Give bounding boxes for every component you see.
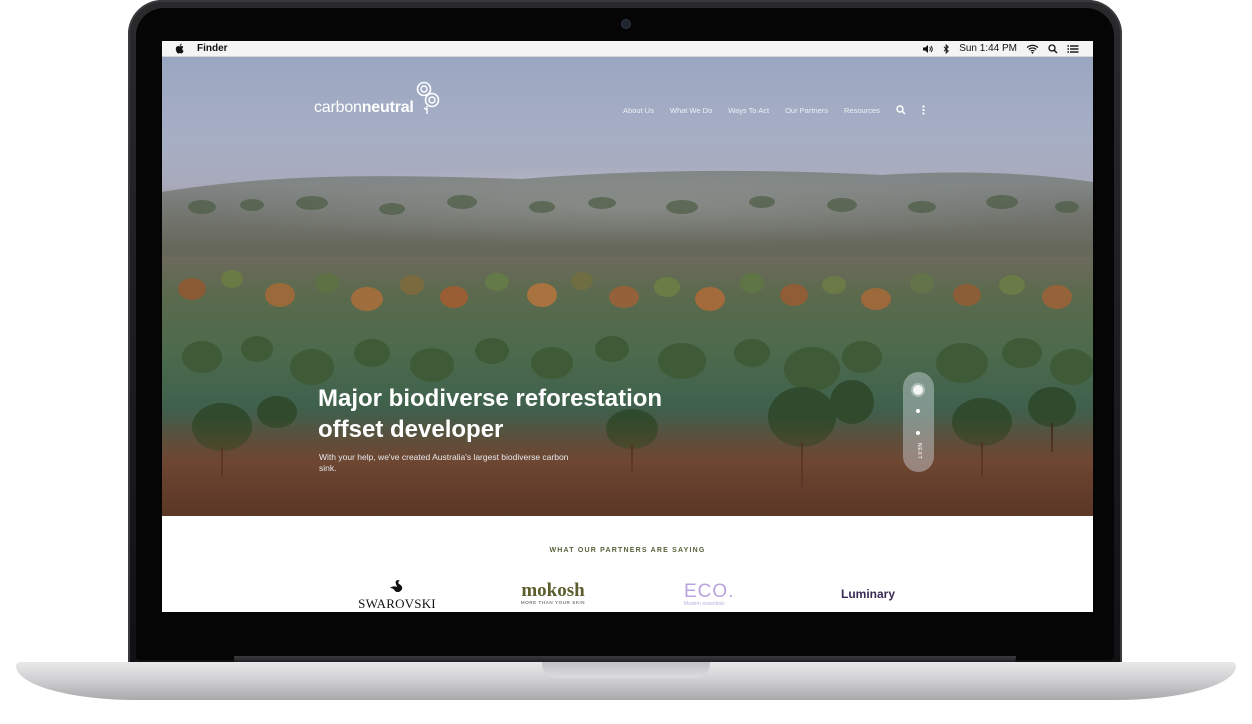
nav-what-we-do[interactable]: What We Do (670, 106, 712, 115)
more-menu-icon[interactable] (922, 105, 925, 115)
hero-headline-line-1: Major biodiverse reforestation (318, 385, 663, 412)
slide-pager: NEXT (903, 372, 934, 472)
luminary-logo[interactable]: Luminary (841, 587, 895, 601)
notification-center-icon[interactable] (1067, 44, 1079, 54)
logo-text-light: carbon (314, 99, 362, 116)
main-navigation: About Us What We Do Ways To Act Our Part… (623, 105, 925, 115)
mac-menu-bar: Finder Sun 1:44 PM (162, 41, 1093, 57)
clock[interactable]: Sun 1:44 PM (959, 43, 1017, 54)
camera-icon (622, 20, 630, 28)
swan-icon (390, 580, 403, 593)
eco-wordmark: ECO. (684, 581, 735, 602)
menu-extras: Sun 1:44 PM (922, 43, 1079, 54)
volume-icon[interactable] (922, 44, 934, 54)
slide-dot[interactable] (916, 409, 920, 413)
hero-headline: Major biodiverse reforestation offset de… (318, 383, 738, 445)
hero-subtext: With your help, we've created Australia'… (319, 452, 569, 473)
mokosh-wordmark: mokosh (521, 580, 585, 601)
partners-heading: WHAT OUR PARTNERS ARE SAYING (549, 547, 706, 554)
mokosh-tagline: MORE THAN YOUR SKIN (520, 600, 586, 605)
apple-logo-icon[interactable] (175, 43, 185, 54)
slide-dot-active[interactable] (913, 385, 923, 395)
logo-text-bold: neutral (361, 99, 414, 116)
eco-tagline: Modern essentials (684, 601, 725, 607)
spotlight-search-icon[interactable] (1048, 43, 1058, 54)
next-slide-button[interactable]: NEXT (916, 443, 922, 460)
hero-banner: carbon neutral About Us What We Do Ways T… (162, 57, 1093, 516)
laptop-screen: Finder Sun 1:44 PM carbon neutral About … (162, 41, 1093, 612)
wifi-icon[interactable] (1026, 44, 1039, 54)
laptop-opening-notch (542, 662, 710, 678)
site-logo[interactable]: carbon neutral (314, 77, 441, 117)
nav-about-us[interactable]: About Us (623, 106, 654, 115)
nav-our-partners[interactable]: Our Partners (785, 106, 828, 115)
finder-menu[interactable]: Finder (197, 43, 228, 54)
mokosh-logo[interactable]: mokosh MORE THAN YOUR SKIN (512, 580, 594, 605)
nav-ways-to-act[interactable]: Ways To Act (728, 106, 769, 115)
swarovski-logo[interactable]: SWAROVSKI (356, 579, 438, 612)
tree-rings-logo-icon (416, 81, 439, 114)
hero-headline-line-2: offset developer (318, 416, 504, 443)
eco-logo[interactable]: ECO. Modern essentials (684, 582, 744, 607)
swarovski-wordmark: SWAROVSKI (358, 596, 436, 611)
search-icon[interactable] (896, 105, 906, 115)
bluetooth-icon[interactable] (943, 43, 950, 54)
slide-dot[interactable] (916, 431, 920, 435)
partners-section: WHAT OUR PARTNERS ARE SAYING SWAROVSKI m… (162, 516, 1093, 612)
nav-resources[interactable]: Resources (844, 106, 880, 115)
